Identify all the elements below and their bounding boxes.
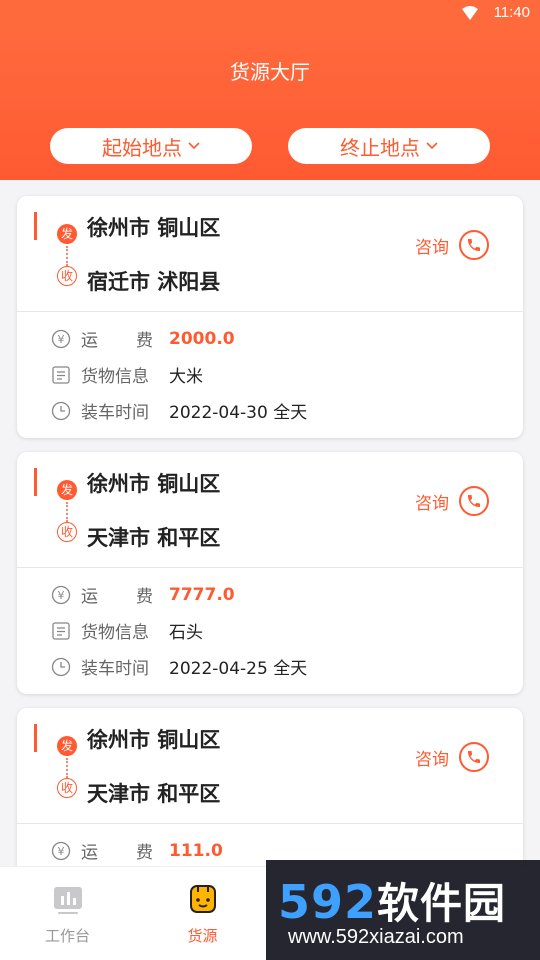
card-divider bbox=[17, 567, 523, 568]
yen-icon: ¥ bbox=[51, 329, 71, 349]
yen-icon: ¥ bbox=[51, 585, 71, 605]
phone-icon[interactable] bbox=[459, 742, 489, 772]
tab-goods[interactable]: 货源 bbox=[135, 867, 270, 960]
start-location-filter[interactable]: 起始地点 bbox=[50, 128, 252, 164]
consult-button[interactable]: 咨询 bbox=[415, 742, 489, 772]
origin-text: 徐州市 铜山区 bbox=[87, 728, 221, 752]
start-location-label: 起始地点 bbox=[102, 135, 182, 160]
svg-text:¥: ¥ bbox=[58, 845, 65, 858]
wifi-icon bbox=[462, 6, 478, 20]
consult-label: 咨询 bbox=[415, 749, 449, 770]
card-divider bbox=[17, 823, 523, 824]
route-connector bbox=[66, 758, 68, 778]
destination-text: 宿迁市 沭阳县 bbox=[87, 270, 221, 294]
header: 货源大厅 起始地点 终止地点 bbox=[0, 28, 540, 180]
receive-badge: 收 bbox=[57, 778, 77, 798]
svg-text:¥: ¥ bbox=[58, 589, 65, 602]
tab-goods-label: 货源 bbox=[187, 927, 218, 945]
tab-workbench[interactable]: 工作台 bbox=[0, 867, 135, 960]
cargo-card[interactable]: 发 收 徐州市 铜山区 天津市 和平区 咨询 ¥ 运费 7777.0 货物信息 … bbox=[17, 452, 523, 694]
route-connector bbox=[66, 502, 68, 522]
send-badge: 发 bbox=[57, 736, 77, 756]
fee-label: 运费 bbox=[81, 843, 153, 863]
svg-text:¥: ¥ bbox=[58, 333, 65, 346]
destination-text: 天津市 和平区 bbox=[87, 782, 221, 806]
time-value: 2022-04-30 全天 bbox=[169, 403, 308, 423]
card-accent-bar bbox=[34, 468, 37, 496]
fee-row: ¥ 运费 111.0 bbox=[51, 838, 223, 863]
card-accent-bar bbox=[34, 212, 37, 240]
chevron-down-icon bbox=[188, 142, 200, 150]
card-accent-bar bbox=[34, 724, 37, 752]
document-icon bbox=[51, 621, 71, 641]
cargo-list[interactable]: 发 收 徐州市 铜山区 宿迁市 沭阳县 咨询 ¥ 运费 2000.0 货物信息 … bbox=[0, 180, 540, 866]
fee-row: ¥ 运费 7777.0 bbox=[51, 582, 235, 607]
route-connector bbox=[66, 246, 68, 266]
watermark-url: www.592xiazai.com bbox=[288, 926, 464, 948]
time-label: 装车时间 bbox=[81, 659, 149, 679]
goods-value: 石头 bbox=[169, 623, 203, 643]
end-location-filter[interactable]: 终止地点 bbox=[288, 128, 490, 164]
consult-button[interactable]: 咨询 bbox=[415, 486, 489, 516]
origin-text: 徐州市 铜山区 bbox=[87, 216, 221, 240]
yen-icon: ¥ bbox=[51, 841, 71, 861]
chart-icon bbox=[53, 887, 82, 914]
watermark-logo: 592软件园 www.592xiazai.com bbox=[266, 860, 540, 960]
watermark-brand: 592软件园 bbox=[278, 875, 507, 929]
goods-row: 货物信息 石头 bbox=[51, 618, 203, 643]
time-row: 装车时间 2022-04-25 全天 bbox=[51, 654, 307, 679]
fee-label: 运费 bbox=[81, 331, 153, 351]
cargo-card[interactable]: 发 收 徐州市 铜山区 天津市 和平区 咨询 ¥ 运费 111.0 bbox=[17, 708, 523, 866]
fee-value: 7777.0 bbox=[169, 584, 235, 605]
phone-icon[interactable] bbox=[459, 486, 489, 516]
goods-label: 货物信息 bbox=[81, 367, 149, 387]
fee-label: 运费 bbox=[81, 587, 153, 607]
goods-value: 大米 bbox=[169, 367, 203, 387]
goods-row: 货物信息 大米 bbox=[51, 362, 203, 387]
status-bar: 11:40 bbox=[0, 0, 540, 28]
consult-label: 咨询 bbox=[415, 237, 449, 258]
end-location-label: 终止地点 bbox=[340, 135, 420, 160]
send-badge: 发 bbox=[57, 224, 77, 244]
fee-value: 2000.0 bbox=[169, 328, 235, 349]
goods-label: 货物信息 bbox=[81, 623, 149, 643]
chevron-down-icon bbox=[426, 142, 438, 150]
time-value: 2022-04-25 全天 bbox=[169, 659, 308, 679]
send-badge: 发 bbox=[57, 480, 77, 500]
cargo-card[interactable]: 发 收 徐州市 铜山区 宿迁市 沭阳县 咨询 ¥ 运费 2000.0 货物信息 … bbox=[17, 196, 523, 438]
fee-row: ¥ 运费 2000.0 bbox=[51, 326, 235, 351]
origin-text: 徐州市 铜山区 bbox=[87, 472, 221, 496]
time-row: 装车时间 2022-04-30 全天 bbox=[51, 398, 307, 423]
clock-icon bbox=[51, 401, 71, 421]
status-time: 11:40 bbox=[493, 4, 530, 21]
card-divider bbox=[17, 311, 523, 312]
receive-badge: 收 bbox=[57, 266, 77, 286]
phone-icon[interactable] bbox=[459, 230, 489, 260]
receive-badge: 收 bbox=[57, 522, 77, 542]
goods-icon bbox=[189, 885, 216, 913]
clock-icon bbox=[51, 657, 71, 677]
document-icon bbox=[51, 365, 71, 385]
page-title: 货源大厅 bbox=[230, 60, 310, 84]
time-label: 装车时间 bbox=[81, 403, 149, 423]
consult-label: 咨询 bbox=[415, 493, 449, 514]
tab-workbench-label: 工作台 bbox=[44, 927, 90, 945]
destination-text: 天津市 和平区 bbox=[87, 526, 221, 550]
fee-value: 111.0 bbox=[169, 840, 223, 861]
consult-button[interactable]: 咨询 bbox=[415, 230, 489, 260]
